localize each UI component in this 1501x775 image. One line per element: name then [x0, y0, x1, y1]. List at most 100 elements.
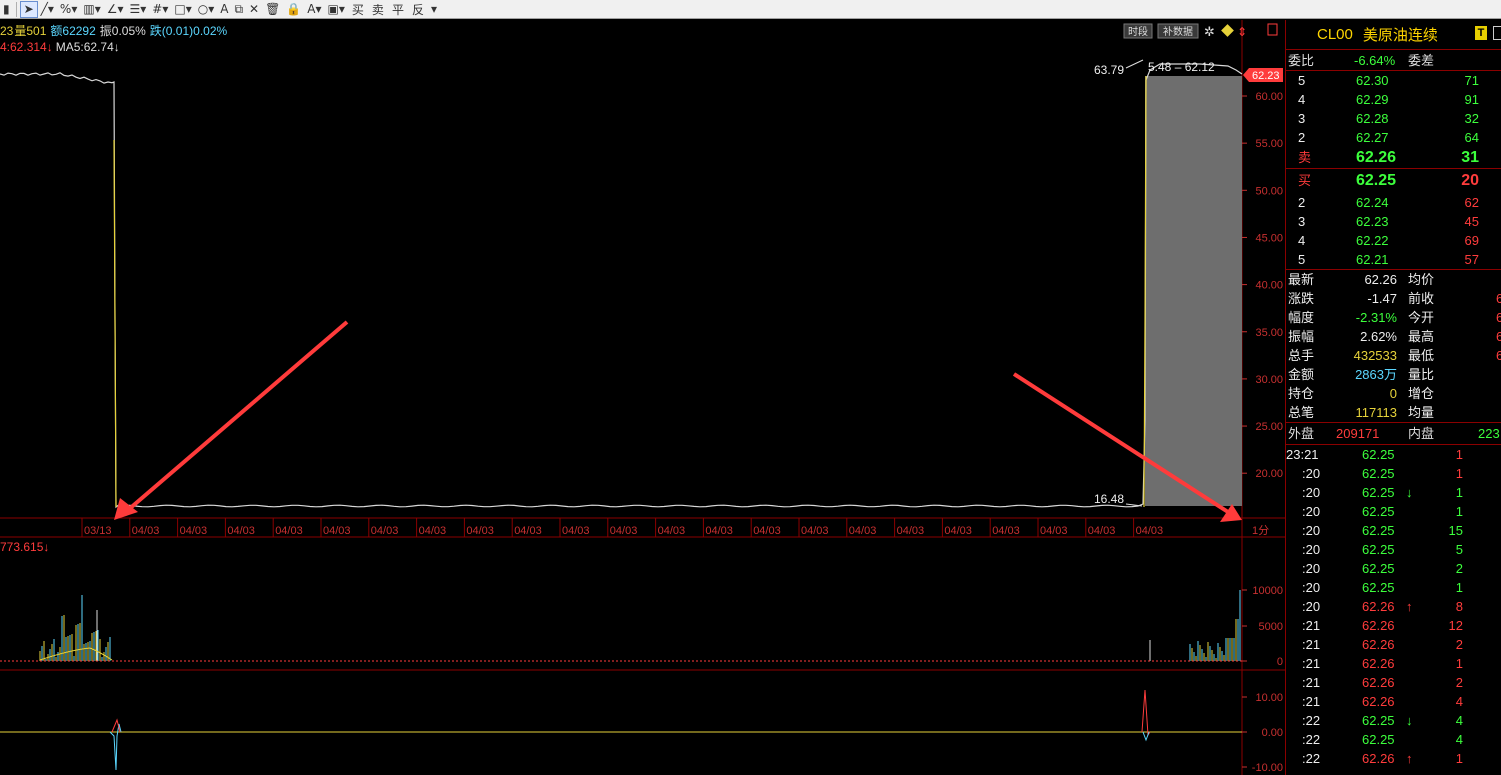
date-axis-label: 04/03	[132, 525, 160, 537]
sell-price: 62.27	[1356, 130, 1389, 145]
stat-row: 总笔 117113 均量	[1286, 403, 1501, 422]
buy-price: 62.24	[1356, 195, 1389, 210]
bar-icon[interactable]: ▮	[0, 1, 13, 18]
sell-volume: 31	[1461, 149, 1479, 166]
tick-row: :22 62.26 ↑ 1	[1286, 749, 1501, 768]
tick-row: :21 62.26 2	[1286, 635, 1501, 654]
tick-price: 62.26	[1362, 675, 1395, 690]
settings-gear-icon[interactable]: ✲	[1204, 25, 1215, 40]
more-icon[interactable]: ▾	[428, 1, 440, 18]
window-toggle-icon[interactable]	[1267, 23, 1278, 36]
tick-time: :21	[1302, 618, 1321, 633]
panel-toggle-icon[interactable]	[1493, 26, 1501, 40]
sell-level: 5	[1298, 73, 1306, 88]
quote-panel: CL00 美原油连续 T 委比 -6.64% 委差 5 62.30 71 4 62.29…	[1285, 20, 1501, 775]
tick-volume: 2	[1455, 675, 1463, 690]
tick-volume: 1	[1455, 751, 1463, 766]
chart-frame	[0, 20, 1285, 775]
tick-time: :20	[1302, 523, 1321, 538]
copy-icon[interactable]: ⧉	[231, 1, 246, 18]
tick-time: :20	[1302, 504, 1321, 519]
grid-tool-icon[interactable]: #▾	[149, 1, 171, 18]
period-label[interactable]: 1分	[1252, 524, 1269, 537]
channel-tool-icon[interactable]: ☰▾	[127, 1, 150, 18]
date-axis-label: 04/03	[371, 525, 399, 537]
indicator-axis: 10.00 0.00 -10.00	[1242, 692, 1283, 774]
price-line	[0, 63, 1243, 509]
warning-diamond-icon[interactable]	[1221, 24, 1234, 37]
text-tool-icon[interactable]: A	[217, 1, 231, 18]
circle-tool-icon[interactable]: ○▾	[195, 1, 218, 18]
stat-row: 幅度 -2.31% 今开 6	[1286, 308, 1501, 327]
low-price-label: 16.48	[1094, 492, 1124, 506]
stat-value-2: 6	[1496, 308, 1501, 327]
date-axis-label: 04/03	[849, 525, 877, 537]
percent-tool-icon[interactable]: %▾	[57, 1, 80, 18]
sell-level-row: 卖 62.26 31	[1286, 147, 1501, 168]
contract-name: 美原油连续	[1362, 27, 1438, 44]
date-axis-label: 04/03	[323, 525, 351, 537]
buy-volume: 69	[1464, 233, 1479, 248]
fill-data-button[interactable]: 补数据	[1157, 23, 1199, 39]
close-position-button[interactable]: 平	[388, 1, 408, 18]
tick-volume: 12	[1448, 618, 1463, 633]
stat-row: 总手 432533 最低 6	[1286, 346, 1501, 365]
stat-label-2: 均量	[1408, 405, 1435, 420]
lock-icon[interactable]: 🔒	[283, 1, 304, 18]
buy-level: 4	[1298, 233, 1306, 248]
chart-canvas[interactable]: 23量501 额62292 振0.05% 跌(0.01)0.02% 4:62.314↓…	[0, 20, 1285, 775]
date-axis-label: 04/03	[944, 525, 972, 537]
scroll-arrows-icon[interactable]: ⇕	[1237, 25, 1247, 39]
tick-direction: ↓	[1406, 485, 1413, 500]
buy-button[interactable]: 买	[348, 1, 368, 18]
reverse-position-button[interactable]: 反	[408, 1, 428, 18]
tick-price: 62.25	[1362, 485, 1395, 500]
fib-tool-icon[interactable]: ▥▾	[80, 1, 103, 18]
sell-button[interactable]: 卖	[368, 1, 388, 18]
tick-volume: 1	[1455, 656, 1463, 671]
line-tool-icon[interactable]: ╱▾	[38, 1, 57, 18]
tick-direction: ↓	[1406, 713, 1413, 728]
tick-row: :20 62.25 1	[1286, 502, 1501, 521]
price-axis-label: 20.00	[1255, 468, 1283, 480]
tick-volume: 4	[1455, 732, 1463, 747]
rect-tool-icon[interactable]: □▾	[171, 1, 194, 18]
color-icon[interactable]: A▾	[304, 1, 324, 18]
stat-value: 0	[1389, 386, 1397, 401]
sell-price: 62.29	[1356, 92, 1389, 107]
tick-price: 62.26	[1362, 656, 1395, 671]
stat-value: 2863万	[1355, 367, 1397, 382]
high-price-label: 63.79	[1094, 63, 1124, 77]
tick-row: 23:21 62.25 1	[1286, 445, 1501, 464]
indicator-spike-2	[1142, 731, 1150, 742]
trash-icon[interactable]: 🗑	[262, 1, 283, 18]
tick-time: :21	[1302, 656, 1321, 671]
time-share-button[interactable]: 时段	[1123, 23, 1153, 39]
save-icon[interactable]: ▣▾	[325, 1, 348, 18]
delete-icon[interactable]: ✕	[246, 1, 262, 18]
sell-volume: 71	[1464, 73, 1479, 88]
cursor-icon[interactable]: ➤	[19, 0, 38, 18]
angle-tool-icon[interactable]: ∠▾	[104, 1, 127, 18]
stat-label: 持仓	[1288, 386, 1315, 401]
tick-volume: 1	[1455, 447, 1463, 462]
date-axis-label: 04/03	[419, 525, 447, 537]
tick-price: 62.26	[1362, 751, 1395, 766]
chart-area[interactable]: 23量501 额62292 振0.05% 跌(0.01)0.02% 4:62.314↓…	[0, 20, 1285, 775]
buy-level-row: 5 62.21 57	[1286, 250, 1501, 269]
stat-label-2: 最低	[1408, 348, 1435, 363]
high-pointer	[1125, 59, 1144, 69]
stat-value: 2.62%	[1360, 329, 1397, 344]
tick-price: 62.26	[1362, 694, 1395, 709]
outer-label: 外盘	[1288, 426, 1315, 441]
stat-label-2: 今开	[1408, 310, 1435, 325]
stat-row: 金额 2863万 量比	[1286, 365, 1501, 384]
tick-row: :21 62.26 1	[1286, 654, 1501, 673]
stat-label: 总笔	[1288, 405, 1315, 420]
tick-list[interactable]: 23:21 62.25 1:20 62.25 1:20 62.25 ↓ 1:20 62.25 1:…	[1286, 445, 1501, 768]
volume-panel	[0, 590, 1242, 662]
trade-t-icon[interactable]: T	[1475, 26, 1487, 40]
date-axis-label: 04/03	[705, 525, 733, 537]
tick-row: :20 62.25 ↓ 1	[1286, 483, 1501, 502]
price-axis-label: 55.00	[1255, 138, 1283, 150]
